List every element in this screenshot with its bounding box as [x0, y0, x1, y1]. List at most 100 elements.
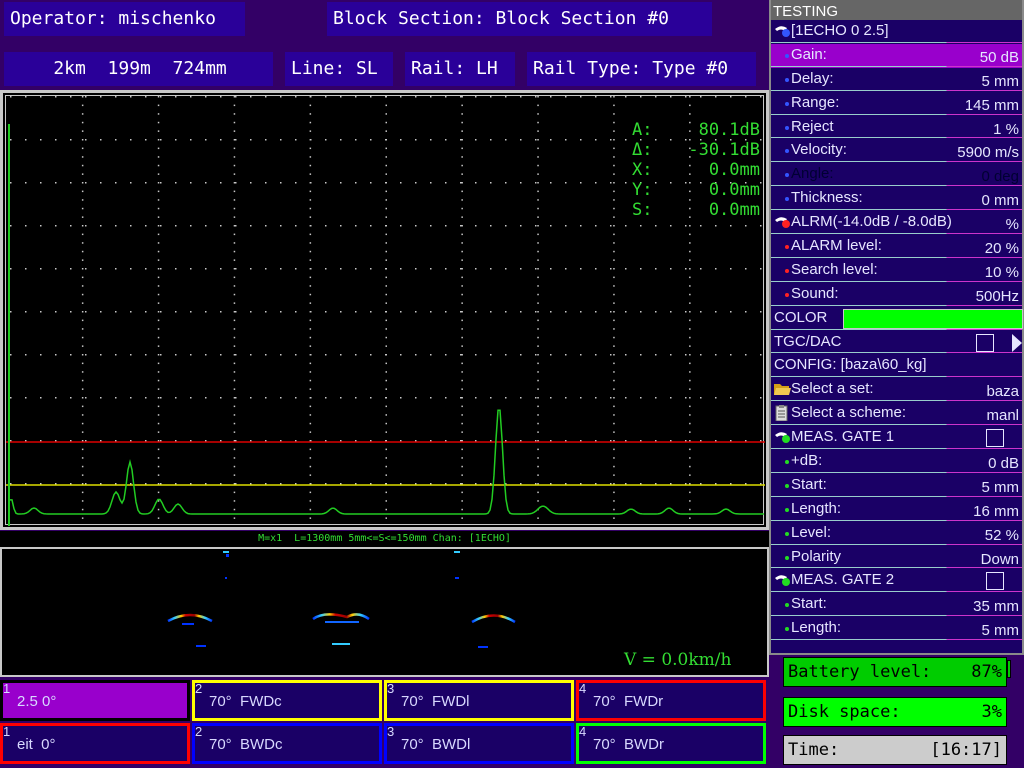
grid-dot: [205, 225, 207, 227]
echo-channel-header[interactable]: [1ECHO 0 2.5]: [771, 20, 1022, 44]
param-label: Range:: [791, 93, 840, 111]
tgc-dac-checkbox[interactable]: [976, 333, 994, 352]
color-label: COLOR: [774, 308, 828, 326]
grid-dot: [295, 311, 297, 313]
select-scheme-row[interactable]: Select a scheme: manl: [771, 402, 1022, 427]
gate1-param-db[interactable]: +dB: 0 dB: [771, 450, 1022, 474]
grid-dot: [157, 113, 160, 115]
grid-dot: [537, 121, 539, 124]
grid-dot: [220, 311, 222, 313]
grid-dot: [325, 139, 327, 141]
grid-dot: [233, 388, 236, 390]
gate2-param-start[interactable]: Start: 35 mm: [771, 593, 1022, 618]
param-alarm-level[interactable]: ALARM level: 20 %: [771, 235, 1022, 259]
grid-dot: [730, 354, 732, 356]
grid-dot: [309, 397, 312, 399]
channel-button[interactable]: 4 70° FWDr: [576, 680, 766, 721]
grid-dot: [220, 354, 222, 356]
color-swatch[interactable]: [843, 308, 1023, 329]
grid-dot: [537, 345, 539, 347]
channel-button[interactable]: 4 70° BWDr: [576, 723, 766, 764]
param-delay[interactable]: Delay: 5 mm: [771, 67, 1022, 92]
select-set-row[interactable]: Select a set: baza: [771, 378, 1022, 403]
grid-dot: [537, 199, 539, 201]
gate2-checkbox[interactable]: [986, 572, 1004, 591]
grid-dot: [250, 268, 252, 270]
grid-dot: [760, 268, 762, 270]
param-search-level[interactable]: Search level: 10 %: [771, 258, 1022, 283]
param-thickness[interactable]: Thickness: 0 mm: [771, 187, 1022, 212]
gate2-header[interactable]: MEAS. GATE 2: [771, 569, 1022, 594]
gate2-param-length[interactable]: Length: 5 mm: [771, 617, 1022, 642]
grid-dot: [445, 354, 447, 356]
grid-dot: [309, 508, 312, 511]
channel-button[interactable]: 1 2.5 0°: [0, 680, 190, 721]
gate1-param-polarity[interactable]: Polarity Down: [771, 545, 1022, 570]
bscan-echo: [182, 623, 194, 625]
channel-button[interactable]: 2 70° BWDc: [192, 723, 382, 764]
grid-dot: [157, 250, 160, 253]
grid-dot: [70, 268, 72, 270]
color-row[interactable]: COLOR: [771, 306, 1023, 331]
param-value: 0 deg: [981, 168, 1019, 186]
expand-arrow-icon[interactable]: [1012, 333, 1022, 352]
grid-dot: [370, 354, 372, 356]
gate1-checkbox[interactable]: [986, 429, 1004, 448]
channel-button[interactable]: 1 eit 0°: [0, 723, 190, 764]
tgc-dac-row[interactable]: TGC/DAC: [771, 330, 1022, 355]
channel-button[interactable]: 3 70° BWDl: [384, 723, 574, 764]
grid-dot: [355, 268, 357, 270]
grid-dot: [250, 96, 252, 98]
grid-dot: [613, 431, 615, 433]
channel-button[interactable]: 2 70° FWDc: [192, 680, 382, 721]
grid-dot: [115, 225, 117, 227]
grid-dot: [613, 207, 615, 210]
grid-dot: [689, 371, 691, 373]
param-value: 5 mm: [981, 478, 1020, 496]
grid-dot: [309, 156, 312, 158]
grid-dot: [613, 354, 615, 356]
grid-dot: [265, 139, 267, 141]
grid-dot: [430, 96, 432, 98]
grid-dot: [475, 225, 477, 227]
grid-dot: [370, 268, 372, 270]
param-range[interactable]: Range: 145 mm: [771, 91, 1022, 116]
grid-dot: [340, 225, 342, 227]
gate1-param-length[interactable]: Length: 16 mm: [771, 497, 1022, 522]
channel-button[interactable]: 3 70° FWDl: [384, 680, 574, 721]
alarm-header-value: %: [1005, 216, 1019, 234]
grid-dot: [535, 354, 537, 356]
grid-dot: [537, 285, 539, 287]
grid-dot: [537, 268, 539, 270]
param-velocity[interactable]: Velocity: 5900 m/s: [771, 139, 1022, 164]
gate1-param-level[interactable]: Level: 52 %: [771, 521, 1022, 546]
grid-dot: [613, 388, 615, 390]
grid-dot: [81, 491, 84, 494]
grid-dot: [670, 225, 672, 227]
gate1-header[interactable]: MEAS. GATE 1: [771, 426, 1022, 451]
grid-dot: [309, 207, 312, 210]
grid-dot: [385, 259, 387, 261]
grid-dot: [233, 508, 236, 511]
grid-dot: [309, 379, 312, 382]
rail-label: Rail: LH: [405, 52, 515, 86]
param-gain[interactable]: Gain: 50 dB: [771, 43, 1022, 68]
rail-type-label: Rail Type: Type #0: [527, 52, 756, 86]
alarm-header[interactable]: ALRM(-14.0dB / -8.0dB) %: [771, 211, 1022, 236]
grid-dot: [415, 139, 417, 141]
grid-dot: [55, 225, 57, 227]
grid-dot: [613, 414, 615, 416]
grid-dot: [430, 225, 432, 227]
param-sound[interactable]: Sound: 500Hz: [771, 282, 1022, 307]
param-reject[interactable]: Reject 1 %: [771, 115, 1022, 140]
grid-dot: [461, 371, 463, 373]
channel-number: 4: [579, 681, 587, 696]
gate1-param-start[interactable]: Start: 5 mm: [771, 473, 1022, 498]
grid-dot: [385, 242, 387, 244]
param-label: Angle:: [791, 165, 834, 183]
grid-dot: [537, 207, 539, 210]
grid-dot: [430, 354, 432, 356]
grid-dot: [537, 113, 539, 115]
readout-label: S:: [632, 200, 653, 220]
grid-dot: [157, 474, 160, 476]
